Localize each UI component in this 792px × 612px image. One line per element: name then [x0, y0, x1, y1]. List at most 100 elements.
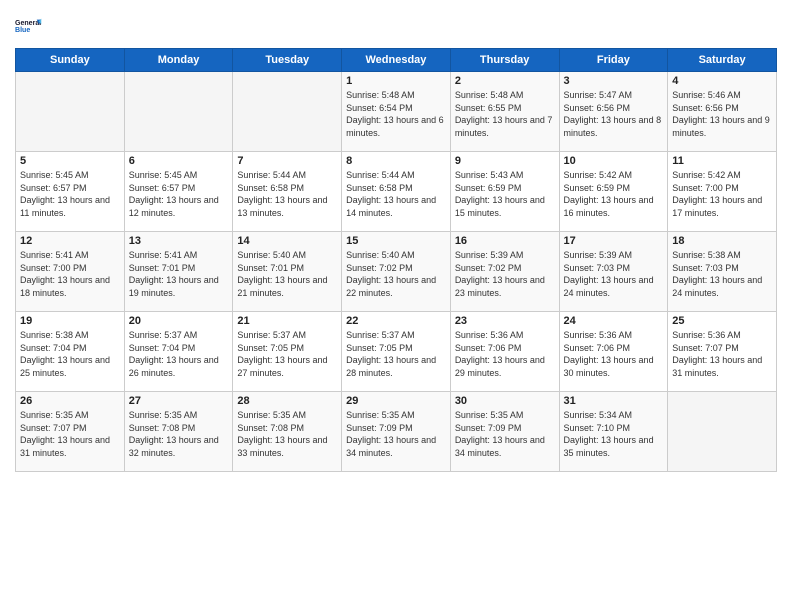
calendar-cell: 17 Sunrise: 5:39 AMSunset: 7:03 PMDayligh…: [559, 232, 668, 312]
cell-day-number: 19: [20, 315, 120, 327]
calendar-cell: 2 Sunrise: 5:48 AMSunset: 6:55 PMDaylight…: [450, 72, 559, 152]
cell-day-number: 22: [346, 315, 446, 327]
calendar-cell: 22 Sunrise: 5:37 AMSunset: 7:05 PMDayligh…: [342, 312, 451, 392]
cell-day-number: 2: [455, 75, 555, 87]
cell-info: Sunrise: 5:37 AMSunset: 7:05 PMDaylight:…: [346, 329, 446, 379]
calendar-cell: 31 Sunrise: 5:34 AMSunset: 7:10 PMDayligh…: [559, 392, 668, 472]
cell-day-number: 10: [564, 155, 664, 167]
cell-day-number: 9: [455, 155, 555, 167]
cell-info: Sunrise: 5:45 AMSunset: 6:57 PMDaylight:…: [129, 169, 229, 219]
cell-info: Sunrise: 5:37 AMSunset: 7:05 PMDaylight:…: [237, 329, 337, 379]
calendar-week-2: 12Sunrise: 5:41 AMSunset: 7:00 PMDayligh…: [16, 232, 777, 312]
logo: GeneralBlue: [15, 10, 47, 42]
calendar-cell: 1 Sunrise: 5:48 AMSunset: 6:54 PMDaylight…: [342, 72, 451, 152]
cell-day-number: 23: [455, 315, 555, 327]
cell-info: Sunrise: 5:40 AMSunset: 7:01 PMDaylight:…: [237, 249, 337, 299]
weekday-header-monday: Monday: [124, 49, 233, 72]
cell-day-number: 13: [129, 235, 229, 247]
cell-info: Sunrise: 5:44 AMSunset: 6:58 PMDaylight:…: [346, 169, 446, 219]
calendar-cell: 24Sunrise: 5:36 AMSunset: 7:06 PMDayligh…: [559, 312, 668, 392]
cell-day-number: 27: [129, 395, 229, 407]
calendar-cell: 28 Sunrise: 5:35 AMSunset: 7:08 PMDayligh…: [233, 392, 342, 472]
calendar-cell: [16, 72, 125, 152]
cell-day-number: 17: [564, 235, 664, 247]
cell-info: Sunrise: 5:36 AMSunset: 7:06 PMDaylight:…: [564, 329, 664, 379]
calendar-cell: 10 Sunrise: 5:42 AMSunset: 6:59 PMDayligh…: [559, 152, 668, 232]
calendar-week-3: 19 Sunrise: 5:38 AMSunset: 7:04 PMDayligh…: [16, 312, 777, 392]
cell-info: Sunrise: 5:48 AMSunset: 6:54 PMDaylight:…: [346, 89, 446, 139]
calendar-week-4: 26Sunrise: 5:35 AMSunset: 7:07 PMDayligh…: [16, 392, 777, 472]
cell-day-number: 20: [129, 315, 229, 327]
cell-info: Sunrise: 5:42 AMSunset: 7:00 PMDaylight:…: [672, 169, 772, 219]
cell-info: Sunrise: 5:45 AMSunset: 6:57 PMDaylight:…: [20, 169, 120, 219]
cell-day-number: 25: [672, 315, 772, 327]
calendar-cell: 30 Sunrise: 5:35 AMSunset: 7:09 PMDayligh…: [450, 392, 559, 472]
cell-day-number: 1: [346, 75, 446, 87]
cell-info: Sunrise: 5:35 AMSunset: 7:09 PMDaylight:…: [455, 409, 555, 459]
calendar-cell: 18Sunrise: 5:38 AMSunset: 7:03 PMDayligh…: [668, 232, 777, 312]
calendar-cell: 3 Sunrise: 5:47 AMSunset: 6:56 PMDaylight…: [559, 72, 668, 152]
cell-info: Sunrise: 5:34 AMSunset: 7:10 PMDaylight:…: [564, 409, 664, 459]
calendar-cell: 9Sunrise: 5:43 AMSunset: 6:59 PMDaylight…: [450, 152, 559, 232]
cell-info: Sunrise: 5:38 AMSunset: 7:04 PMDaylight:…: [20, 329, 120, 379]
logo-icon: GeneralBlue: [15, 10, 47, 42]
weekday-header-wednesday: Wednesday: [342, 49, 451, 72]
weekday-header-row: SundayMondayTuesdayWednesdayThursdayFrid…: [16, 49, 777, 72]
cell-day-number: 30: [455, 395, 555, 407]
calendar-cell: 29 Sunrise: 5:35 AMSunset: 7:09 PMDayligh…: [342, 392, 451, 472]
calendar-cell: 14 Sunrise: 5:40 AMSunset: 7:01 PMDayligh…: [233, 232, 342, 312]
cell-info: Sunrise: 5:38 AMSunset: 7:03 PMDaylight:…: [672, 249, 772, 299]
cell-day-number: 4: [672, 75, 772, 87]
calendar-header: SundayMondayTuesdayWednesdayThursdayFrid…: [16, 49, 777, 72]
svg-text:General: General: [15, 20, 41, 27]
calendar-cell: 7Sunrise: 5:44 AMSunset: 6:58 PMDaylight…: [233, 152, 342, 232]
cell-info: Sunrise: 5:39 AMSunset: 7:02 PMDaylight:…: [455, 249, 555, 299]
calendar-cell: 11 Sunrise: 5:42 AMSunset: 7:00 PMDayligh…: [668, 152, 777, 232]
calendar-container: GeneralBlue SundayMondayTuesdayWednesday…: [0, 0, 792, 612]
calendar-cell: 5 Sunrise: 5:45 AMSunset: 6:57 PMDaylight…: [16, 152, 125, 232]
calendar-cell: 6 Sunrise: 5:45 AMSunset: 6:57 PMDaylight…: [124, 152, 233, 232]
header: GeneralBlue: [15, 10, 777, 42]
weekday-header-friday: Friday: [559, 49, 668, 72]
cell-info: Sunrise: 5:44 AMSunset: 6:58 PMDaylight:…: [237, 169, 337, 219]
cell-info: Sunrise: 5:47 AMSunset: 6:56 PMDaylight:…: [564, 89, 664, 139]
calendar-table: SundayMondayTuesdayWednesdayThursdayFrid…: [15, 48, 777, 472]
weekday-header-saturday: Saturday: [668, 49, 777, 72]
cell-day-number: 28: [237, 395, 337, 407]
cell-day-number: 11: [672, 155, 772, 167]
cell-info: Sunrise: 5:35 AMSunset: 7:08 PMDaylight:…: [237, 409, 337, 459]
cell-day-number: 5: [20, 155, 120, 167]
calendar-cell: 23 Sunrise: 5:36 AMSunset: 7:06 PMDayligh…: [450, 312, 559, 392]
calendar-cell: 21 Sunrise: 5:37 AMSunset: 7:05 PMDayligh…: [233, 312, 342, 392]
cell-day-number: 31: [564, 395, 664, 407]
calendar-cell: 8 Sunrise: 5:44 AMSunset: 6:58 PMDaylight…: [342, 152, 451, 232]
cell-info: Sunrise: 5:36 AMSunset: 7:06 PMDaylight:…: [455, 329, 555, 379]
calendar-cell: [124, 72, 233, 152]
calendar-cell: 19 Sunrise: 5:38 AMSunset: 7:04 PMDayligh…: [16, 312, 125, 392]
cell-info: Sunrise: 5:41 AMSunset: 7:01 PMDaylight:…: [129, 249, 229, 299]
calendar-cell: [668, 392, 777, 472]
cell-day-number: 6: [129, 155, 229, 167]
svg-text:Blue: Blue: [15, 27, 30, 34]
cell-info: Sunrise: 5:48 AMSunset: 6:55 PMDaylight:…: [455, 89, 555, 139]
calendar-week-0: 1 Sunrise: 5:48 AMSunset: 6:54 PMDaylight…: [16, 72, 777, 152]
weekday-header-thursday: Thursday: [450, 49, 559, 72]
cell-info: Sunrise: 5:42 AMSunset: 6:59 PMDaylight:…: [564, 169, 664, 219]
cell-day-number: 3: [564, 75, 664, 87]
weekday-header-tuesday: Tuesday: [233, 49, 342, 72]
cell-day-number: 14: [237, 235, 337, 247]
cell-info: Sunrise: 5:35 AMSunset: 7:08 PMDaylight:…: [129, 409, 229, 459]
calendar-cell: 26Sunrise: 5:35 AMSunset: 7:07 PMDayligh…: [16, 392, 125, 472]
cell-info: Sunrise: 5:36 AMSunset: 7:07 PMDaylight:…: [672, 329, 772, 379]
calendar-cell: 27 Sunrise: 5:35 AMSunset: 7:08 PMDayligh…: [124, 392, 233, 472]
cell-day-number: 21: [237, 315, 337, 327]
calendar-cell: 4Sunrise: 5:46 AMSunset: 6:56 PMDaylight…: [668, 72, 777, 152]
cell-info: Sunrise: 5:41 AMSunset: 7:00 PMDaylight:…: [20, 249, 120, 299]
cell-day-number: 8: [346, 155, 446, 167]
cell-day-number: 29: [346, 395, 446, 407]
cell-info: Sunrise: 5:39 AMSunset: 7:03 PMDaylight:…: [564, 249, 664, 299]
cell-info: Sunrise: 5:35 AMSunset: 7:09 PMDaylight:…: [346, 409, 446, 459]
calendar-cell: 20Sunrise: 5:37 AMSunset: 7:04 PMDayligh…: [124, 312, 233, 392]
weekday-header-sunday: Sunday: [16, 49, 125, 72]
calendar-cell: 15Sunrise: 5:40 AMSunset: 7:02 PMDayligh…: [342, 232, 451, 312]
